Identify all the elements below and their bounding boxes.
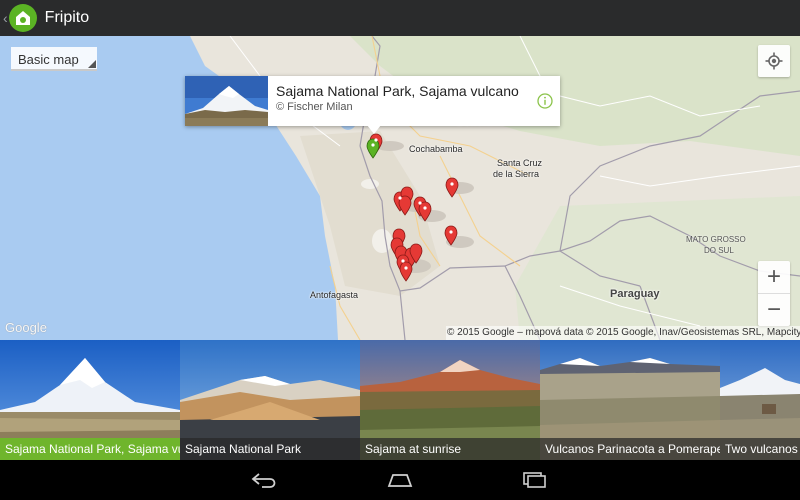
crosshair-icon [765,52,783,70]
place-label-santa-cruz: Santa Cruz [497,158,543,168]
map-view[interactable]: Bolivia Cochabamba Santa Cruz de la Sier… [0,36,800,340]
photo-tile[interactable]: Sajama at sunrise [360,340,540,460]
recents-icon [523,472,546,488]
system-nav-bar [0,460,800,500]
info-window-thumbnail [185,76,268,126]
info-window-text: Sajama National Park, Sajama vulcano © F… [268,76,560,126]
home-button[interactable] [370,460,430,500]
photo-tile[interactable]: Vulcanos Parinacota a Pomerape [540,340,720,460]
info-window-title: Sajama National Park, Sajama vulcano [276,83,519,99]
zoom-controls: + − [758,261,790,326]
place-label-mato-grosso: MATO GROSSO [686,235,746,244]
place-label-antofagasta: Antofagasta [310,290,359,300]
photo-tile[interactable]: Two vulcanos [720,340,800,460]
photo-caption: Sajama National Park [180,438,360,460]
home-icon [387,474,413,487]
photo-strip[interactable]: Sajama National Park, Sajama vulcano Saj… [0,340,800,460]
photo-tile[interactable]: Sajama National Park, Sajama vulcano [0,340,180,460]
app-root: ‹ Fripito Cochabamba Santa Cruz de la Si… [0,0,800,500]
photo-tile[interactable]: Sajama National Park [180,340,360,460]
app-title: Fripito [44,9,90,26]
zoom-in-button[interactable]: + [758,261,790,293]
my-location-button[interactable] [758,45,790,77]
info-window-credit: © Fischer Milan [276,101,353,113]
google-logo: Google [5,320,47,335]
dropdown-corner-icon [88,60,96,68]
back-icon [251,473,276,488]
back-button[interactable] [235,460,295,500]
info-window-pointer [367,125,381,134]
up-chevron-icon[interactable]: ‹ [3,10,8,26]
place-label-de-la-sierra: de la Sierra [493,169,540,179]
place-label-cochabamba: Cochabamba [409,144,463,154]
info-icon[interactable] [537,93,553,109]
map-type-label: Basic map [18,52,79,67]
app-logo-icon[interactable] [8,4,37,32]
action-bar: ‹ Fripito [0,0,800,36]
map-type-selector[interactable]: Basic map [11,47,97,71]
photo-caption: Sajama at sunrise [360,438,540,460]
photo-caption: Two vulcanos [720,438,800,460]
map-copyright: © 2015 Google – mapová data © 2015 Googl… [446,326,800,340]
zoom-out-button[interactable]: − [758,294,790,326]
marker-info-window[interactable]: Sajama National Park, Sajama vulcano © F… [185,76,560,126]
photo-caption: Vulcanos Parinacota a Pomerape [540,438,720,460]
place-label-paraguay: Paraguay [610,288,660,300]
photo-caption: Sajama National Park, Sajama vulcano [0,438,180,460]
recents-button[interactable] [505,460,565,500]
place-label-do-sul: DO SUL [704,246,734,255]
